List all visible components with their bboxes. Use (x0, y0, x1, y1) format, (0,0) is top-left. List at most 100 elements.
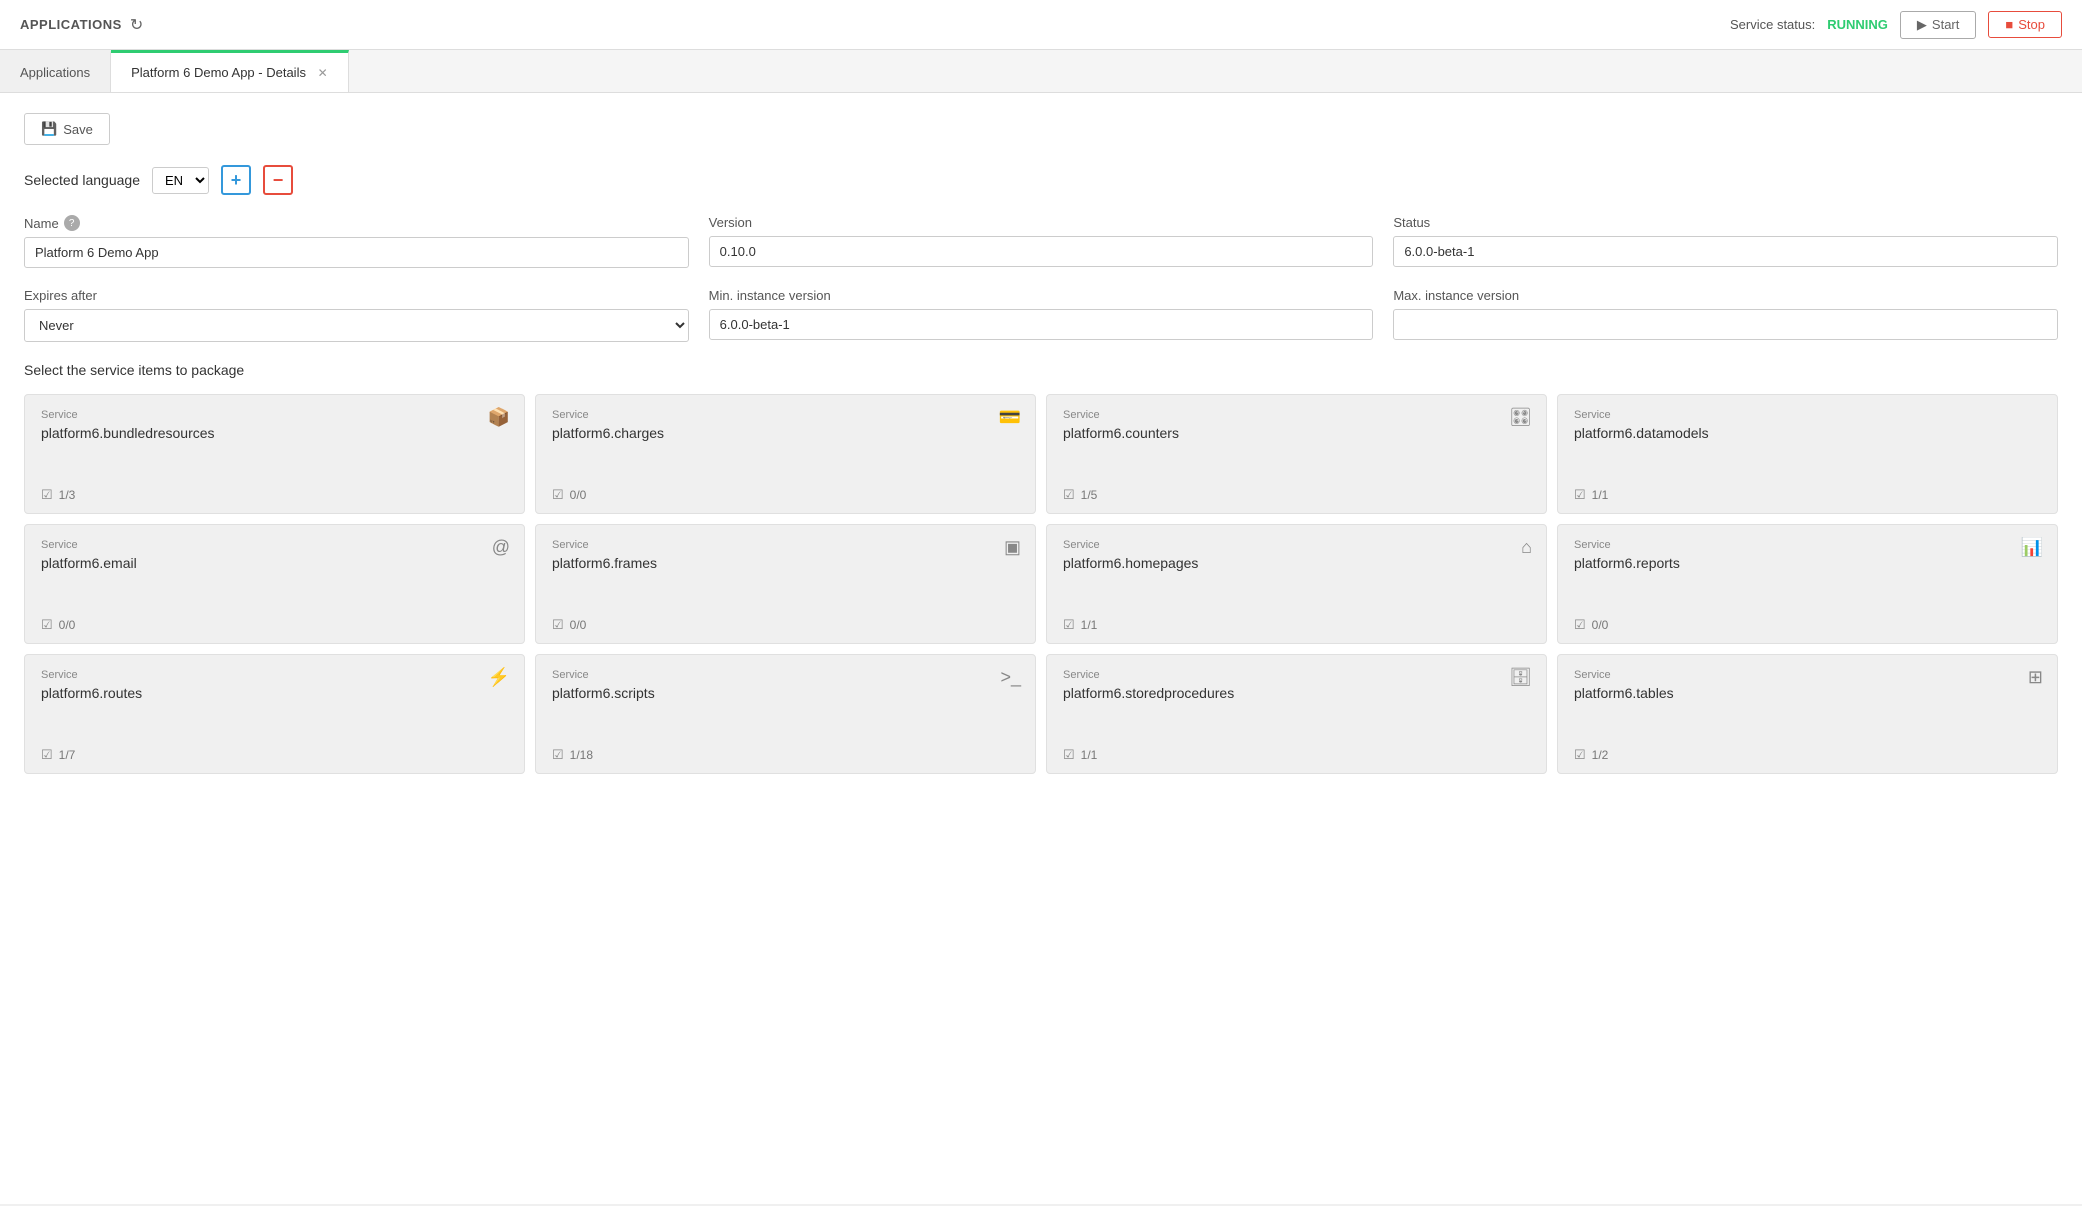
service-name-counters: platform6.counters (1063, 425, 1530, 441)
service-footer-datamodels: ☑ 1/1 (1574, 487, 2041, 503)
service-type-counters: Service (1063, 409, 1530, 421)
service-card-storedprocedures[interactable]: 🗄 Service platform6.storedprocedures ☑ 1… (1046, 654, 1547, 774)
form-row-2: Expires after Never 1 day 7 days 30 days… (24, 288, 2058, 342)
service-footer-reports: ☑ 0/0 (1574, 617, 2041, 633)
service-card-bundledresources[interactable]: 📦 Service platform6.bundledresources ☑ 1… (24, 394, 525, 514)
service-checkbox-routes: ☑ (41, 747, 53, 763)
stop-label: Stop (2018, 17, 2045, 32)
status-label: Status (1393, 215, 2058, 230)
service-type-storedprocedures: Service (1063, 669, 1530, 681)
service-footer-scripts: ☑ 1/18 (552, 747, 1019, 763)
version-group: Version (709, 215, 1374, 268)
service-name-frames: platform6.frames (552, 555, 1019, 571)
tab-applications[interactable]: Applications (0, 50, 111, 92)
service-card-frames[interactable]: ▣ Service platform6.frames ☑ 0/0 (535, 524, 1036, 644)
start-label: Start (1932, 17, 1959, 32)
save-button[interactable]: 💾 Save (24, 113, 110, 145)
service-count-frames: 0/0 (570, 618, 587, 632)
service-card-tables[interactable]: ⊞ Service platform6.tables ☑ 1/2 (1557, 654, 2058, 774)
service-count-routes: 1/7 (59, 748, 76, 762)
name-label: Name ? (24, 215, 689, 231)
language-label: Selected language (24, 172, 140, 188)
tab-details[interactable]: Platform 6 Demo App - Details ✕ (111, 50, 349, 92)
service-checkbox-email: ☑ (41, 617, 53, 633)
service-count-email: 0/0 (59, 618, 76, 632)
min-instance-group: Min. instance version (709, 288, 1374, 342)
stop-button[interactable]: ■ Stop (1988, 11, 2062, 38)
expires-select[interactable]: Never 1 day 7 days 30 days 90 days (24, 309, 689, 342)
service-footer-routes: ☑ 1/7 (41, 747, 508, 763)
service-count-bundledresources: 1/3 (59, 488, 76, 502)
name-input[interactable] (24, 237, 689, 268)
form-row-1: Name ? Version Status (24, 215, 2058, 268)
name-help-icon[interactable]: ? (64, 215, 80, 231)
remove-language-button[interactable]: − (263, 165, 293, 195)
service-card-email[interactable]: @ Service platform6.email ☑ 0/0 (24, 524, 525, 644)
service-card-charges[interactable]: 💳 Service platform6.charges ☑ 0/0 (535, 394, 1036, 514)
version-input[interactable] (709, 236, 1374, 267)
service-footer-charges: ☑ 0/0 (552, 487, 1019, 503)
service-icon-counters: 🎛 (1509, 407, 1532, 428)
tab-applications-label: Applications (20, 65, 90, 80)
service-icon-email: @ (492, 537, 510, 558)
service-status-label: Service status: (1730, 17, 1815, 32)
service-type-frames: Service (552, 539, 1019, 551)
service-name-datamodels: platform6.datamodels (1574, 425, 2041, 441)
service-checkbox-frames: ☑ (552, 617, 564, 633)
save-label: Save (63, 122, 93, 137)
service-count-counters: 1/5 (1081, 488, 1098, 502)
tab-close-icon[interactable]: ✕ (318, 66, 328, 80)
service-count-tables: 1/2 (1592, 748, 1609, 762)
service-grid: 📦 Service platform6.bundledresources ☑ 1… (24, 394, 2058, 774)
service-checkbox-storedprocedures: ☑ (1063, 747, 1075, 763)
service-icon-routes: ⚡ (488, 667, 510, 688)
language-select[interactable]: EN FR DE (152, 167, 209, 194)
services-section: Select the service items to package 📦 Se… (24, 362, 2058, 774)
max-instance-input[interactable] (1393, 309, 2058, 340)
service-footer-bundledresources: ☑ 1/3 (41, 487, 508, 503)
service-card-reports[interactable]: 📊 Service platform6.reports ☑ 0/0 (1557, 524, 2058, 644)
service-icon-storedprocedures: 🗄 (1509, 667, 1532, 688)
service-count-homepages: 1/1 (1081, 618, 1098, 632)
language-row: Selected language EN FR DE + − (24, 165, 2058, 195)
service-name-bundledresources: platform6.bundledresources (41, 425, 508, 441)
service-card-datamodels[interactable]: Service platform6.datamodels ☑ 1/1 (1557, 394, 2058, 514)
max-instance-label: Max. instance version (1393, 288, 2058, 303)
service-checkbox-homepages: ☑ (1063, 617, 1075, 633)
status-input[interactable] (1393, 236, 2058, 267)
service-type-email: Service (41, 539, 508, 551)
expires-label: Expires after (24, 288, 689, 303)
name-group: Name ? (24, 215, 689, 268)
service-card-counters[interactable]: 🎛 Service platform6.counters ☑ 1/5 (1046, 394, 1547, 514)
service-icon-scripts: >_ (1000, 667, 1021, 688)
expires-group: Expires after Never 1 day 7 days 30 days… (24, 288, 689, 342)
service-type-scripts: Service (552, 669, 1019, 681)
start-button[interactable]: ▶ Start (1900, 11, 1976, 39)
header: APPLICATIONS ↻ Service status: RUNNING ▶… (0, 0, 2082, 50)
service-type-charges: Service (552, 409, 1019, 421)
start-icon: ▶ (1917, 17, 1927, 33)
service-checkbox-bundledresources: ☑ (41, 487, 53, 503)
service-footer-storedprocedures: ☑ 1/1 (1063, 747, 1530, 763)
service-name-homepages: platform6.homepages (1063, 555, 1530, 571)
service-footer-email: ☑ 0/0 (41, 617, 508, 633)
service-name-storedprocedures: platform6.storedprocedures (1063, 685, 1530, 701)
service-count-reports: 0/0 (1592, 618, 1609, 632)
service-count-charges: 0/0 (570, 488, 587, 502)
service-count-datamodels: 1/1 (1592, 488, 1609, 502)
service-name-email: platform6.email (41, 555, 508, 571)
refresh-icon[interactable]: ↻ (130, 15, 143, 35)
service-card-routes[interactable]: ⚡ Service platform6.routes ☑ 1/7 (24, 654, 525, 774)
version-label: Version (709, 215, 1374, 230)
min-instance-input[interactable] (709, 309, 1374, 340)
max-instance-group: Max. instance version (1393, 288, 2058, 342)
service-icon-homepages: ⌂ (1521, 537, 1532, 558)
service-checkbox-charges: ☑ (552, 487, 564, 503)
service-checkbox-counters: ☑ (1063, 487, 1075, 503)
service-card-homepages[interactable]: ⌂ Service platform6.homepages ☑ 1/1 (1046, 524, 1547, 644)
add-language-button[interactable]: + (221, 165, 251, 195)
service-card-scripts[interactable]: >_ Service platform6.scripts ☑ 1/18 (535, 654, 1036, 774)
service-count-storedprocedures: 1/1 (1081, 748, 1098, 762)
save-icon: 💾 (41, 121, 57, 137)
service-type-tables: Service (1574, 669, 2041, 681)
